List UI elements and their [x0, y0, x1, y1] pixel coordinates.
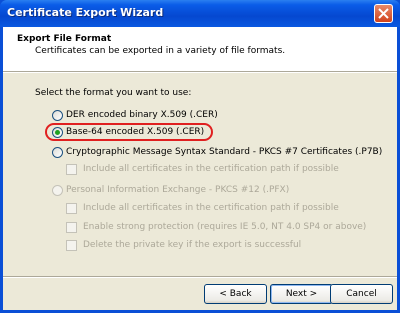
option-der-label[interactable]: DER encoded binary X.509 (.CER) [66, 110, 218, 120]
window-title: Certificate Export Wizard [7, 6, 164, 19]
pfx-include-all-label: Include all certificates in the certific… [83, 203, 339, 213]
option-pfx-label: Personal Information Exchange - PKCS #12… [66, 185, 290, 195]
title-bar[interactable]: Certificate Export Wizard [0, 0, 400, 27]
radio-pkcs7[interactable] [52, 147, 63, 158]
back-button[interactable]: < Back [204, 284, 267, 304]
client-area: Export File Format Certificates can be e… [3, 27, 397, 310]
pfx-delete-key-label: Delete the private key if the export is … [83, 240, 302, 250]
radio-pfx[interactable] [52, 185, 63, 196]
next-button[interactable]: Next > [270, 284, 333, 304]
pfx-include-all-checkbox[interactable] [66, 203, 77, 214]
pfx-delete-key-checkbox[interactable] [66, 240, 77, 251]
page-subtitle: Certificates can be exported in a variet… [35, 46, 286, 56]
format-prompt: Select the format you want to use: [35, 88, 192, 98]
pfx-strong-protection-checkbox[interactable] [66, 222, 77, 233]
footer-divider [3, 276, 397, 278]
pkcs7-include-all-label: Include all certificates in the certific… [83, 164, 339, 174]
header-divider [3, 71, 397, 73]
selection-highlight [45, 123, 213, 141]
wizard-window: Certificate Export Wizard Export File Fo… [0, 0, 400, 313]
page-title: Export File Format [17, 34, 112, 44]
cancel-button[interactable]: Cancel [330, 284, 393, 304]
close-button[interactable] [374, 4, 393, 23]
close-icon [378, 8, 389, 19]
wizard-header: Export File Format Certificates can be e… [3, 27, 397, 71]
option-pkcs7-label[interactable]: Cryptographic Message Syntax Standard - … [66, 147, 382, 157]
pfx-strong-protection-label: Enable strong protection (requires IE 5.… [83, 222, 367, 232]
pkcs7-include-all-checkbox[interactable] [66, 164, 77, 175]
radio-der[interactable] [52, 110, 63, 121]
